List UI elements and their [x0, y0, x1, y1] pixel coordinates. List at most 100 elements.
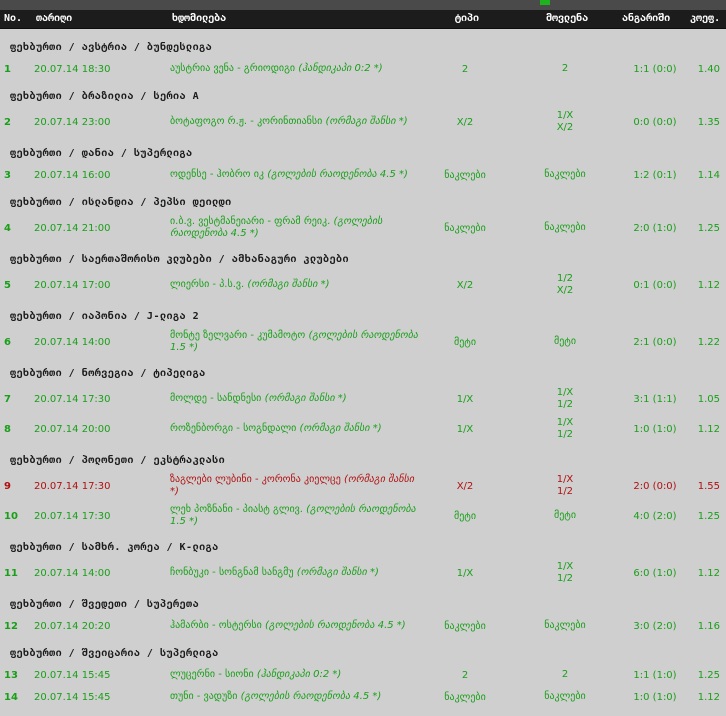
row-odds: 1.25: [697, 669, 720, 681]
row-score: 2:0 (0:0): [633, 480, 677, 492]
group-header: ფეხბურთი / პოლონეთი / ეკსტრაკლასი: [10, 455, 226, 466]
sort-marker-icon: [540, 0, 550, 5]
row-type: მეტი: [453, 510, 477, 522]
table-row[interactable]: 7 20.07.14 17:30 მოლდე - სანდნესი (ორმაგი …: [0, 384, 726, 414]
row-outcome: 1/X X/2: [530, 107, 600, 137]
outcome-value: 1/X: [556, 561, 574, 572]
row-score: 3:1 (1:1): [633, 393, 677, 405]
header-no: No.: [4, 13, 23, 24]
table-row[interactable]: 9 20.07.14 17:30 ზაგლები ლუბინი - კორონა კ…: [0, 471, 726, 501]
event-name[interactable]: ბოტაფოგო რ.ჟ. - კორინთიანსი: [170, 116, 322, 127]
row-outcome: 2: [530, 664, 600, 686]
row-outcome: მეტი: [530, 327, 600, 357]
row-number: 10: [4, 510, 18, 522]
outcome-value: 1/X: [556, 417, 574, 428]
group-header: ფეხბურთი / შვედეთი / სუპერეთა: [10, 599, 200, 610]
row-score: 3:0 (2:0): [633, 620, 677, 632]
table-row[interactable]: 5 20.07.14 17:00 ლიერსი - პ.ს.ვ. (ორმაგი შ…: [0, 270, 726, 300]
table-row[interactable]: 13 20.07.14 15:45 ლუცერნი - სიონი (ჰანდიკა…: [0, 664, 726, 686]
table-row[interactable]: 3 20.07.14 16:00 ოდენსე - ჰობრო იკ (გოლები…: [0, 164, 726, 186]
row-date: 20.07.14 18:30: [34, 63, 111, 75]
row-odds: 1.55: [697, 480, 720, 492]
table-row[interactable]: 6 20.07.14 14:00 მონტე ზელვარი - კუმამოტო …: [0, 327, 726, 357]
event-name[interactable]: ი.ბ.ვ. ვესტმანეიარი - ფრამ რეიკ.: [170, 216, 330, 227]
row-event: ჩონბუკი - სონგნამ სანგმუ (ორმაგი შანსი *…: [170, 558, 425, 588]
event-name[interactable]: ჩონბუკი - სონგნამ სანგმუ: [170, 567, 294, 578]
row-outcome: ნაკლები: [530, 615, 600, 637]
outcome-value: 2: [561, 63, 569, 74]
outcome-value: მეტი: [553, 336, 577, 347]
group-header: ფეხბურთი / შვეიცარია / სუპერლიგა: [10, 648, 219, 659]
event-name[interactable]: მოლდე - სანდნესი: [170, 393, 261, 404]
row-type: ნაკლები: [444, 691, 486, 703]
table-row[interactable]: 11 20.07.14 14:00 ჩონბუკი - სონგნამ სანგმუ…: [0, 558, 726, 588]
row-date: 20.07.14 15:45: [34, 669, 111, 681]
table-row[interactable]: 14 20.07.14 15:45 თუნი - ვადუზი (გოლების რ…: [0, 686, 726, 708]
row-score: 4:0 (2:0): [633, 510, 677, 522]
table-header: No. თარიღი ხდომილება ტიპი მოვლენა ანგარი…: [0, 10, 726, 29]
row-date: 20.07.14 15:45: [34, 691, 111, 703]
row-date: 20.07.14 20:00: [34, 423, 111, 435]
row-type: ნაკლები: [444, 620, 486, 632]
table-row[interactable]: 8 20.07.14 20:00 როზენბორგი - სოგნდალი (ორ…: [0, 414, 726, 444]
event-name[interactable]: ლიერსი - პ.ს.ვ.: [170, 279, 244, 290]
row-outcome: მეტი: [530, 501, 600, 531]
row-outcome: ნაკლები: [530, 164, 600, 186]
row-number: 2: [4, 116, 11, 128]
row-number: 4: [4, 222, 11, 234]
row-number: 14: [4, 691, 18, 703]
outcome-value: ნაკლები: [544, 169, 586, 180]
row-outcome: ნაკლები: [530, 213, 600, 243]
header-date: თარიღი: [36, 13, 73, 24]
outcome-value: 1/X: [556, 110, 574, 121]
row-odds: 1.14: [697, 169, 720, 181]
row-date: 20.07.14 16:00: [34, 169, 111, 181]
outcome-value: ნაკლები: [544, 691, 586, 702]
event-name[interactable]: ოდენსე - ჰობრო იკ: [170, 169, 264, 180]
header-outcome: მოვლენა: [546, 13, 589, 24]
table-row[interactable]: 4 20.07.14 21:00 ი.ბ.ვ. ვესტმანეიარი - ფრა…: [0, 213, 726, 243]
event-name[interactable]: ჰამარბი - ოსტერსი: [170, 620, 262, 631]
row-event: ოდენსე - ჰობრო იკ (გოლების რაოდენობა 4.5…: [170, 164, 425, 186]
row-number: 1: [4, 63, 11, 75]
header-event: ხდომილება: [172, 13, 227, 24]
row-date: 20.07.14 20:20: [34, 620, 111, 632]
event-name[interactable]: ზაგლები ლუბინი - კორონა კიელცე: [170, 474, 341, 485]
event-name[interactable]: აუსტრია ვენა - გრიოდიგი: [170, 63, 295, 74]
row-event: ლიერსი - პ.ს.ვ. (ორმაგი შანსი *): [170, 270, 425, 300]
row-score: 2:1 (0:0): [633, 336, 677, 348]
table-row[interactable]: 1 20.07.14 18:30 აუსტრია ვენა - გრიოდიგი (…: [0, 58, 726, 80]
table-row[interactable]: 2 20.07.14 23:00 ბოტაფოგო რ.ჟ. - კორინთიან…: [0, 107, 726, 137]
table-row[interactable]: 12 20.07.14 20:20 ჰამარბი - ოსტერსი (გოლებ…: [0, 615, 726, 637]
row-score: 0:1 (0:0): [633, 279, 677, 291]
event-name[interactable]: ლეხ პოზნანი - პიასტ გლივ.: [170, 504, 303, 515]
event-market: (გოლების რაოდენობა 4.5 *): [265, 620, 406, 631]
row-number: 6: [4, 336, 11, 348]
row-number: 13: [4, 669, 18, 681]
row-odds: 1.22: [697, 336, 720, 348]
row-outcome: 1/X 1/2: [530, 558, 600, 588]
row-score: 1:1 (1:0): [633, 669, 677, 681]
event-name[interactable]: მონტე ზელვარი - კუმამოტო: [170, 330, 305, 341]
event-name[interactable]: თუნი - ვადუზი: [170, 691, 237, 702]
event-name[interactable]: ლუცერნი - სიონი: [170, 669, 254, 680]
outcome-value: 1/2: [556, 273, 574, 284]
row-date: 20.07.14 17:00: [34, 279, 111, 291]
top-bar: [0, 0, 726, 10]
row-odds: 1.05: [697, 393, 720, 405]
table-row[interactable]: 10 20.07.14 17:30 ლეხ პოზნანი - პიასტ გლივ…: [0, 501, 726, 531]
row-date: 20.07.14 17:30: [34, 393, 111, 405]
event-market: (ორმაგი შანსი *): [325, 116, 408, 127]
group-header: ფეხბურთი / სამხრ. კორეა / K-ლიგა: [10, 542, 219, 553]
group-header: ფეხბურთი / იაპონია / J-ლიგა 2: [10, 311, 200, 322]
event-name[interactable]: როზენბორგი - სოგნდალი: [170, 423, 296, 434]
event-market: (ორმაგი შანსი *): [264, 393, 347, 404]
event-market: (ორმაგი შანსი *): [299, 423, 382, 434]
row-date: 20.07.14 14:00: [34, 336, 111, 348]
outcome-value: X/2: [556, 122, 574, 133]
group-header: ფეხბურთი / ბრაზილია / სერია A: [10, 91, 200, 102]
event-market: (გოლების რაოდენობა 4.5 *): [267, 169, 408, 180]
row-number: 8: [4, 423, 11, 435]
header-score: ანგარიში: [622, 13, 671, 24]
row-score: 1:1 (0:0): [633, 63, 677, 75]
